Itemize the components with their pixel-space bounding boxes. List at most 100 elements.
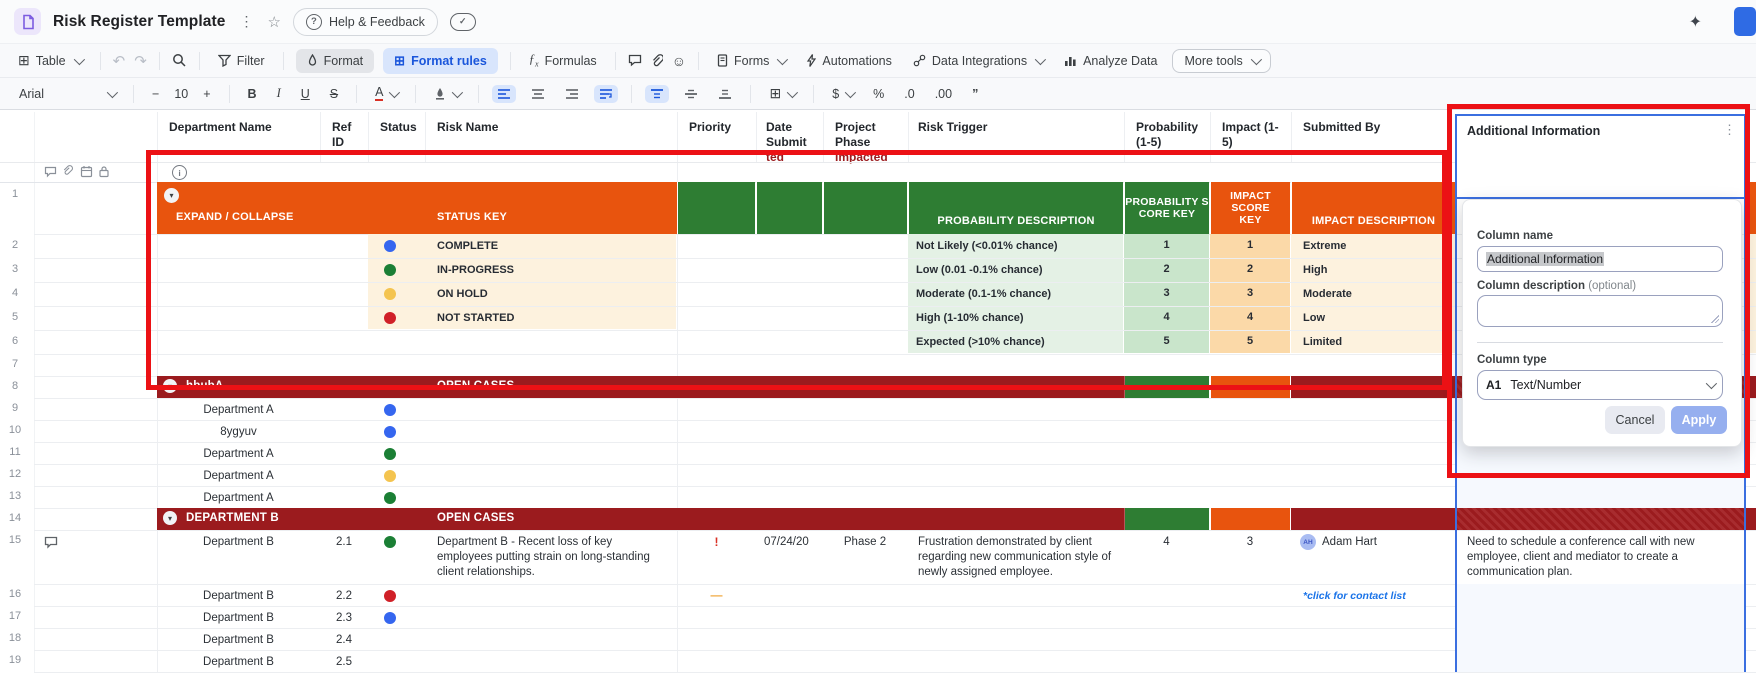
- redo-icon[interactable]: ↷: [134, 52, 147, 70]
- row-number[interactable]: 17: [0, 610, 30, 622]
- status-dot[interactable]: [384, 240, 396, 252]
- impact-score[interactable]: 5: [1210, 335, 1290, 347]
- probability-desc[interactable]: Low (0.01 -0.1% chance): [916, 263, 1043, 278]
- comment-icon[interactable]: [628, 54, 642, 67]
- cell-impact[interactable]: 3: [1210, 536, 1290, 548]
- cell-risk-name[interactable]: Department B - Recent loss of key employ…: [437, 535, 669, 580]
- text-color-button[interactable]: A: [370, 83, 402, 104]
- font-size-decrease[interactable]: −: [147, 84, 164, 104]
- probability-score[interactable]: 5: [1124, 335, 1209, 347]
- currency-format-button[interactable]: $: [827, 84, 858, 104]
- row-number[interactable]: 10: [0, 424, 30, 436]
- help-feedback-button[interactable]: ? Help & Feedback: [292, 7, 438, 36]
- status-dot[interactable]: [384, 590, 396, 602]
- cell-ref-id[interactable]: 2.3: [320, 611, 368, 626]
- status-key-label[interactable]: IN-PROGRESS: [437, 263, 514, 278]
- status-dot[interactable]: [384, 470, 396, 482]
- addinfo-column-header[interactable]: Additional Information ⋮: [1455, 114, 1746, 199]
- forms-button[interactable]: Forms: [711, 50, 791, 72]
- info-icon[interactable]: i: [172, 165, 187, 180]
- row-number[interactable]: 12: [0, 468, 30, 480]
- row-number[interactable]: 18: [0, 632, 30, 644]
- status-dot[interactable]: [384, 448, 396, 460]
- cell-department[interactable]: Department A: [157, 469, 320, 484]
- cell-department[interactable]: 8ygyuv: [157, 425, 320, 440]
- column-header-ref-id[interactable]: Ref ID: [332, 120, 362, 150]
- cell-project-phase[interactable]: Phase 2: [823, 535, 907, 550]
- status-dot[interactable]: [384, 404, 396, 416]
- align-left-button[interactable]: [492, 84, 517, 103]
- font-family-select[interactable]: Arial: [14, 84, 120, 104]
- group-a-name[interactable]: hbubA: [186, 380, 223, 392]
- cell-department[interactable]: Department B: [157, 535, 320, 550]
- cell-department[interactable]: Department B: [157, 633, 320, 648]
- bold-button[interactable]: B: [243, 84, 262, 104]
- status-dot[interactable]: [384, 426, 396, 438]
- impact-desc[interactable]: Extreme: [1303, 239, 1346, 254]
- group-b-band[interactable]: [157, 508, 1124, 530]
- cell-department[interactable]: Department A: [157, 491, 320, 506]
- group-b-collapse-icon[interactable]: ▾: [163, 511, 177, 525]
- column-header-risk-name[interactable]: Risk Name: [437, 120, 557, 135]
- group-b-name[interactable]: DEPARTMENT B: [186, 512, 279, 524]
- column-header-impact[interactable]: Impact (1-5): [1222, 120, 1282, 150]
- status-dot[interactable]: [384, 288, 396, 300]
- user-avatar[interactable]: [1734, 7, 1756, 36]
- automations-button[interactable]: Automations: [800, 50, 897, 72]
- gutter-calendar-icon[interactable]: [80, 165, 93, 178]
- cell-department[interactable]: Department A: [157, 403, 320, 418]
- column-type-select[interactable]: A1 Text/Number: [1477, 370, 1723, 400]
- contact-list-link[interactable]: *click for contact list: [1303, 590, 1406, 602]
- row-number[interactable]: 19: [0, 654, 30, 666]
- fill-color-button[interactable]: [429, 84, 465, 103]
- row-number[interactable]: 1: [0, 188, 30, 200]
- cell-priority[interactable]: !: [677, 535, 756, 549]
- underline-button[interactable]: U: [296, 84, 315, 104]
- ai-sparkle-icon[interactable]: ✦: [1689, 12, 1702, 32]
- impact-score[interactable]: 4: [1210, 311, 1290, 323]
- row-number[interactable]: 11: [0, 446, 30, 458]
- gutter-lock-icon[interactable]: [98, 165, 110, 178]
- font-size-increase[interactable]: +: [198, 84, 215, 104]
- resize-grip[interactable]: [1711, 315, 1719, 323]
- column-header-date-submitted[interactable]: Date Submit: [766, 120, 814, 150]
- column-header-priority[interactable]: Priority: [689, 120, 749, 135]
- impact-desc[interactable]: Moderate: [1303, 287, 1352, 302]
- group-a-collapse-icon[interactable]: ▾: [163, 379, 177, 393]
- status-dot[interactable]: [384, 492, 396, 504]
- row-number[interactable]: 5: [0, 311, 30, 323]
- percent-format-button[interactable]: %: [868, 84, 889, 104]
- cell-additional-information[interactable]: Need to schedule a conference call with …: [1467, 535, 1735, 580]
- column-name-input[interactable]: Additional Information: [1477, 246, 1723, 272]
- probability-score[interactable]: 2: [1124, 263, 1209, 275]
- row-number[interactable]: 2: [0, 239, 30, 251]
- collapse-toggle-icon[interactable]: ▾: [164, 188, 179, 203]
- probability-description-header[interactable]: PROBABILITY DESCRIPTION: [908, 182, 1123, 234]
- format-button[interactable]: Format: [295, 48, 375, 73]
- italic-button[interactable]: I: [272, 83, 286, 104]
- impact-description-header[interactable]: IMPACT DESCRIPTION: [1291, 182, 1455, 234]
- table-menu-button[interactable]: ⊞ Table: [12, 48, 88, 73]
- probability-score[interactable]: 3: [1124, 287, 1209, 299]
- align-right-button[interactable]: [560, 85, 584, 103]
- impact-score[interactable]: 1: [1210, 239, 1290, 251]
- status-key-label[interactable]: COMPLETE: [437, 239, 498, 254]
- strikethrough-button[interactable]: S: [325, 84, 343, 104]
- group-a-open-cases[interactable]: OPEN CASES: [437, 380, 514, 392]
- key-header-green-cell[interactable]: [823, 182, 907, 234]
- cell-ref-id[interactable]: 2.5: [320, 655, 368, 670]
- probability-desc[interactable]: Not Likely (<0.01% chance): [916, 239, 1058, 254]
- row-number[interactable]: 16: [0, 588, 30, 600]
- status-key-label[interactable]: NOT STARTED: [437, 311, 514, 326]
- row-number[interactable]: 8: [0, 380, 30, 392]
- data-integrations-button[interactable]: Data Integrations: [907, 50, 1049, 72]
- probability-score[interactable]: 4: [1124, 311, 1209, 323]
- cell-department[interactable]: Department B: [157, 589, 320, 604]
- text-wrap-button[interactable]: [594, 84, 619, 103]
- borders-button[interactable]: ⊞: [764, 82, 800, 105]
- cell-department[interactable]: Department A: [157, 447, 320, 462]
- row-number[interactable]: 4: [0, 287, 30, 299]
- probability-desc[interactable]: Moderate (0.1-1% chance): [916, 287, 1051, 302]
- group-b-open-cases[interactable]: OPEN CASES: [437, 512, 514, 524]
- impact-desc[interactable]: High: [1303, 263, 1327, 278]
